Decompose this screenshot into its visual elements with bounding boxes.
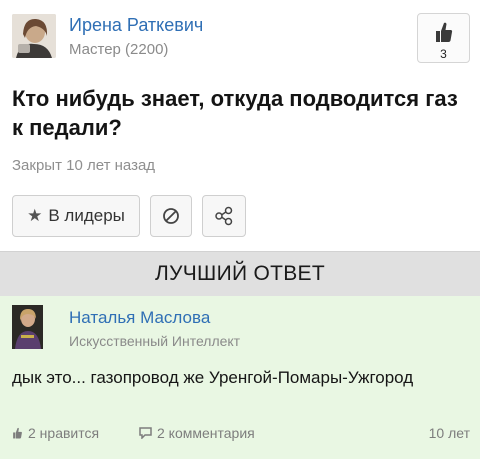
answer-author-avatar[interactable] xyxy=(12,305,43,349)
question-like-count: 3 xyxy=(440,47,447,61)
avatar-photo xyxy=(12,14,56,58)
add-to-leaders-button[interactable]: ★ В лидеры xyxy=(12,195,140,237)
best-answer-header: ЛУЧШИЙ ОТВЕТ xyxy=(0,251,480,296)
answer-like-count: 2 нравится xyxy=(28,425,100,441)
question-page: Ирена Раткевич Мастер (2200) 3 Кто нибуд… xyxy=(0,0,480,459)
block-icon xyxy=(163,208,179,224)
question-title: Кто нибудь знает, откуда подводится газ … xyxy=(12,86,458,140)
answer-like-button[interactable]: 2 нравится xyxy=(12,425,99,441)
star-icon: ★ xyxy=(27,206,43,225)
share-button[interactable] xyxy=(202,195,246,237)
share-icon xyxy=(215,206,233,226)
question-like-button[interactable]: 3 xyxy=(417,13,470,63)
answer-comments-count: 2 комментария xyxy=(157,425,255,441)
answer-author-name[interactable]: Наталья Маслова xyxy=(69,308,210,328)
report-button[interactable] xyxy=(150,195,192,237)
answer-timestamp: 10 лет xyxy=(428,425,470,441)
answer-author-rank: Искусственный Интеллект xyxy=(69,333,241,349)
question-author-avatar[interactable] xyxy=(12,14,56,58)
answer-footer: 2 нравится 2 комментария 10 лет xyxy=(12,425,470,445)
answer-comments-button[interactable]: 2 комментария xyxy=(139,425,255,441)
add-to-leaders-label: В лидеры xyxy=(48,206,125,225)
thumbs-up-icon xyxy=(13,427,22,439)
avatar-photo xyxy=(12,305,43,349)
answer-text: дык это... газопровод же Уренгой-Помары-… xyxy=(12,368,414,387)
question-author-name[interactable]: Ирена Раткевич xyxy=(69,15,203,36)
question-author-rank: Мастер (2200) xyxy=(69,41,169,58)
best-answer: Наталья Маслова Искусственный Интеллект … xyxy=(0,296,480,459)
thumbs-up-icon xyxy=(436,22,453,42)
question-header: Ирена Раткевич Мастер (2200) 3 xyxy=(0,0,480,70)
question-closed-status: Закрыт 10 лет назад xyxy=(12,157,156,174)
comment-icon xyxy=(139,427,152,439)
